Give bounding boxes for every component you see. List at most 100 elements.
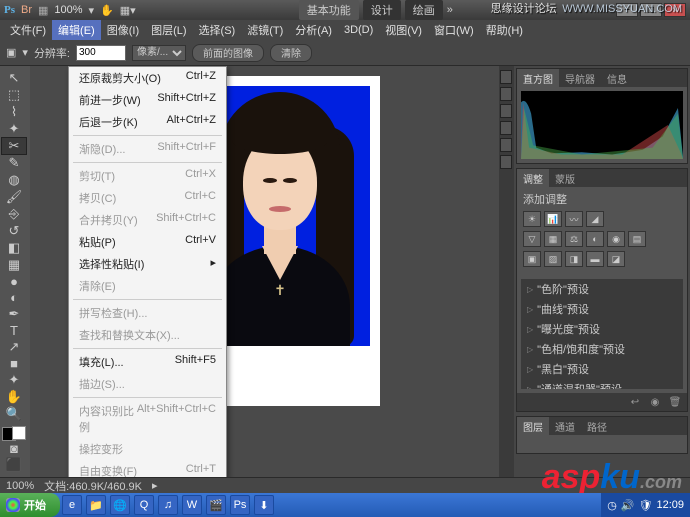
task-icon[interactable]: ⬇ — [254, 495, 274, 515]
preset-item[interactable]: ▷"曲线"预设 — [521, 299, 683, 319]
menu-5[interactable]: 滤镜(T) — [241, 20, 289, 40]
task-icon[interactable]: W — [182, 495, 202, 515]
system-tray[interactable]: ◷🔊🛡12:09 — [601, 493, 690, 517]
tab-paths[interactable]: 路径 — [581, 417, 613, 435]
menu-item[interactable]: 填充(L)...Shift+F5 — [69, 351, 226, 373]
panel-icon[interactable] — [500, 121, 512, 135]
menu-item[interactable]: 后退一步(K)Alt+Ctrl+Z — [69, 111, 226, 133]
crop-preset[interactable]: ▾ — [22, 46, 28, 59]
eraser-tool[interactable]: ◧ — [2, 240, 26, 256]
quickmask-tool[interactable]: ◙ — [2, 441, 26, 456]
workspace-more[interactable]: » — [447, 4, 453, 16]
task-icon[interactable]: 🎬 — [206, 495, 226, 515]
panel-icon[interactable] — [500, 87, 512, 101]
tab-info[interactable]: 信息 — [601, 69, 633, 87]
lasso-tool[interactable]: ⌇ — [2, 104, 26, 120]
blur-tool[interactable]: ● — [2, 274, 26, 289]
view-icon[interactable]: ▦▾ — [120, 4, 136, 17]
brightness-icon[interactable]: ☀ — [523, 211, 541, 227]
poster-icon[interactable]: ▨ — [544, 251, 562, 267]
heal-tool[interactable]: ◍ — [2, 172, 26, 188]
menu-3[interactable]: 图层(L) — [145, 20, 192, 40]
tab-channels[interactable]: 通道 — [549, 417, 581, 435]
type-tool[interactable]: T — [2, 323, 26, 338]
gradmap-icon[interactable]: ▬ — [586, 251, 604, 267]
path-tool[interactable]: ↗ — [2, 339, 26, 355]
menu-4[interactable]: 选择(S) — [193, 20, 242, 40]
history-brush-tool[interactable]: ↺ — [2, 223, 26, 239]
dodge-tool[interactable]: ◐ — [2, 290, 26, 305]
panel-icon[interactable] — [500, 70, 512, 84]
tab-layers[interactable]: 图层 — [517, 417, 549, 435]
menu-item[interactable]: 前进一步(W)Shift+Ctrl+Z — [69, 89, 226, 111]
res-input[interactable] — [76, 45, 126, 61]
workspace-tab-design[interactable]: 设计 — [363, 0, 401, 20]
preset-item[interactable]: ▷"黑白"预设 — [521, 359, 683, 379]
gradient-tool[interactable]: ▦ — [2, 257, 26, 273]
move-tool[interactable]: ↖ — [2, 70, 26, 86]
selcolor-icon[interactable]: ◪ — [607, 251, 625, 267]
clear-button[interactable]: 清除 — [270, 44, 312, 62]
chanmix-icon[interactable]: ▤ — [628, 231, 646, 247]
color-swatch[interactable] — [2, 427, 26, 440]
exposure-icon[interactable]: ◢ — [586, 211, 604, 227]
marquee-tool[interactable]: ⬚ — [2, 87, 26, 103]
task-icon[interactable]: 🌐 — [110, 495, 130, 515]
task-icon[interactable]: 📁 — [86, 495, 106, 515]
task-icon[interactable]: ♫ — [158, 495, 178, 515]
hand-icon[interactable]: ✋ — [100, 4, 114, 17]
preset-item[interactable]: ▷"色阶"预设 — [521, 279, 683, 299]
menu-item[interactable]: 选择性粘贴(I)▸ — [69, 253, 226, 275]
invert-icon[interactable]: ▣ — [523, 251, 541, 267]
menu-6[interactable]: 分析(A) — [289, 20, 338, 40]
mb-icon[interactable]: ▦ — [38, 4, 48, 17]
task-icon[interactable]: Ps — [230, 495, 250, 515]
br-icon[interactable]: Br — [21, 4, 32, 16]
bw-icon[interactable]: ◐ — [586, 231, 604, 247]
start-button[interactable]: 开始 — [0, 493, 60, 517]
panel-foot-icon[interactable]: ◉ — [647, 395, 663, 409]
workspace-tab-basic[interactable]: 基本功能 — [299, 0, 359, 20]
menu-2[interactable]: 图像(I) — [101, 20, 145, 40]
menu-10[interactable]: 帮助(H) — [480, 20, 529, 40]
shape-tool[interactable]: ■ — [2, 356, 26, 371]
tab-adjust[interactable]: 调整 — [517, 169, 549, 187]
stamp-tool[interactable]: ⎆ — [2, 206, 26, 222]
tab-histogram[interactable]: 直方图 — [517, 69, 559, 87]
menu-1[interactable]: 编辑(E) — [52, 20, 101, 40]
crop-tool-icon[interactable]: ▣ — [6, 46, 16, 59]
menu-0[interactable]: 文件(F) — [4, 20, 52, 40]
photo-filter-icon[interactable]: ◉ — [607, 231, 625, 247]
preset-item[interactable]: ▷"色相/饱和度"预设 — [521, 339, 683, 359]
brush-tool[interactable]: 🖌 — [2, 189, 26, 205]
task-icon[interactable]: e — [62, 495, 82, 515]
res-unit[interactable]: 像素/... — [132, 45, 186, 61]
status-zoom[interactable]: 100% — [6, 480, 34, 492]
menu-item[interactable]: 粘贴(P)Ctrl+V — [69, 231, 226, 253]
menu-9[interactable]: 窗口(W) — [428, 20, 480, 40]
workspace-tab-paint[interactable]: 绘画 — [405, 0, 443, 20]
crop-tool[interactable]: ✂ — [2, 138, 26, 154]
colorbal-icon[interactable]: ⚖ — [565, 231, 583, 247]
panel-icon[interactable] — [500, 104, 512, 118]
panel-icon[interactable] — [500, 138, 512, 152]
trash-icon[interactable]: 🗑 — [667, 395, 683, 409]
eyedropper-tool[interactable]: ✎ — [2, 155, 26, 171]
task-icon[interactable]: Q — [134, 495, 154, 515]
threshold-icon[interactable]: ◨ — [565, 251, 583, 267]
panel-icon[interactable] — [500, 155, 512, 169]
canvas-area[interactable]: ✝ 还原裁剪大小(O)Ctrl+Z前进一步(W)Shift+Ctrl+Z后退一步… — [30, 66, 499, 477]
3d-tool[interactable]: ✦ — [2, 372, 26, 388]
menu-item[interactable]: 还原裁剪大小(O)Ctrl+Z — [69, 67, 226, 89]
menu-7[interactable]: 3D(D) — [338, 22, 379, 38]
pen-tool[interactable]: ✒ — [2, 306, 26, 322]
curves-icon[interactable]: 〰 — [565, 211, 583, 227]
tab-mask[interactable]: 蒙版 — [549, 169, 581, 187]
front-image-button[interactable]: 前面的图像 — [192, 44, 264, 62]
vibrance-icon[interactable]: ▽ — [523, 231, 541, 247]
menu-8[interactable]: 视图(V) — [379, 20, 428, 40]
zoom-tool[interactable]: 🔍 — [2, 406, 26, 422]
tab-navigator[interactable]: 导航器 — [559, 69, 601, 87]
panel-foot-icon[interactable]: ↩ — [627, 395, 643, 409]
hand-tool[interactable]: ✋ — [2, 389, 26, 405]
